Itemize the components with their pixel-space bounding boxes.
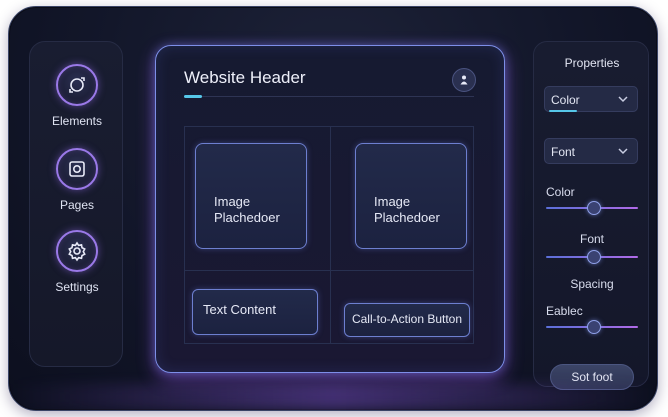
elements-icon (56, 64, 98, 106)
canvas-title: Website Header (184, 68, 306, 87)
image-placeholder-label: Image Plachedoer (374, 194, 440, 225)
app-window: Elements Pages Settings Website Header I… (8, 6, 658, 411)
font-select[interactable]: Font (544, 138, 638, 164)
image-placeholder-right[interactable]: Image Plachedoer (355, 143, 467, 249)
properties-panel: Properties Color Font Color Font Spacing… (533, 41, 649, 390)
spacing-label: Spacing (570, 277, 614, 291)
chevron-down-icon (618, 96, 628, 103)
color-select-value: Color (551, 93, 580, 107)
sidebar-item-label: Pages (59, 198, 95, 212)
eablec-label: Eablec (546, 304, 583, 318)
grid-divider-vertical (330, 127, 331, 343)
title-accent (184, 95, 202, 98)
sidebar-item-pages[interactable]: Pages (30, 148, 124, 212)
text-content-label: Text Content (203, 302, 276, 317)
design-canvas[interactable]: Website Header Image Plachedoer Image Pl… (155, 45, 505, 373)
text-content-block[interactable]: Text Content (192, 289, 318, 335)
color-slider[interactable] (546, 201, 638, 215)
font-label: Font (579, 232, 604, 246)
sidebar: Elements Pages Settings (29, 41, 123, 367)
layout-grid: Image Plachedoer Image Plachedoer Text C… (184, 126, 474, 344)
user-button[interactable] (452, 68, 476, 92)
eablec-slider[interactable] (546, 320, 638, 334)
slider-thumb[interactable] (586, 250, 601, 264)
chevron-down-icon (618, 148, 628, 155)
cta-button[interactable]: Call-to-Action Button (344, 303, 470, 337)
cta-button-label: Call-to-Action Button (351, 312, 463, 326)
font-select-value: Font (551, 145, 576, 159)
slider-thumb[interactable] (586, 201, 601, 215)
image-placeholder-label: Image Plachedoer (214, 194, 280, 225)
font-slider[interactable] (546, 250, 638, 264)
sidebar-item-elements[interactable]: Elements (30, 64, 124, 128)
user-icon (460, 75, 468, 85)
pages-icon (56, 148, 98, 190)
set-font-button[interactable]: Sot foot (550, 364, 634, 390)
title-divider (184, 96, 474, 97)
image-placeholder-left[interactable]: Image Plachedoer (195, 143, 307, 249)
grid-divider-horizontal (185, 270, 473, 271)
color-label: Color (546, 185, 575, 199)
color-select[interactable]: Color (544, 86, 638, 112)
properties-title: Properties (564, 56, 620, 70)
sidebar-item-settings[interactable]: Settings (30, 230, 124, 294)
sidebar-item-label: Settings (55, 280, 99, 294)
settings-icon (56, 230, 98, 272)
select-accent (549, 110, 577, 112)
sidebar-item-label: Elements (51, 114, 103, 128)
slider-thumb[interactable] (586, 320, 601, 334)
